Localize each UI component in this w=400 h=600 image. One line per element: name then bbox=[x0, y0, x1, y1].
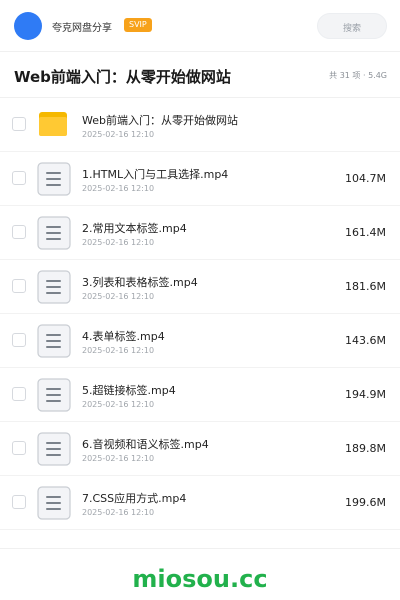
file-date: 2025-02-16 12:10 bbox=[82, 130, 155, 139]
file-size: 161.4M bbox=[345, 226, 386, 239]
file-icon bbox=[37, 216, 71, 250]
search-placeholder: 搜索 bbox=[342, 24, 361, 34]
share-owner-name: 夸克网盘分享 bbox=[52, 23, 112, 34]
file-name[interactable]: 5.超链接标签.mp4 bbox=[82, 382, 176, 398]
file-date: 2025-02-16 12:10 bbox=[82, 454, 155, 463]
file-row[interactable]: 5.超链接标签.mp4 2025-02-16 12:10 194.9M bbox=[0, 368, 400, 422]
file-date: 2025-02-16 12:10 bbox=[82, 184, 155, 193]
folder-summary: 共 31 项 · 5.4G bbox=[329, 71, 387, 80]
file-date: 2025-02-16 12:10 bbox=[82, 508, 155, 517]
file-name[interactable]: 1.HTML入门与工具选择.mp4 bbox=[82, 166, 228, 182]
row-checkbox[interactable] bbox=[12, 225, 26, 239]
file-row[interactable]: 7.CSS应用方式.mp4 2025-02-16 12:10 199.6M bbox=[0, 476, 400, 530]
file-icon bbox=[37, 378, 71, 412]
file-name[interactable]: 4.表单标签.mp4 bbox=[82, 328, 165, 344]
row-checkbox[interactable] bbox=[12, 387, 26, 401]
file-name[interactable]: Web前端入门：从零开始做网站 bbox=[82, 112, 238, 128]
file-date: 2025-02-16 12:10 bbox=[82, 346, 155, 355]
folder-header: Web前端入门：从零开始做网站 共 31 项 · 5.4G bbox=[0, 52, 400, 98]
file-icon bbox=[37, 270, 71, 304]
file-date: 2025-02-16 12:10 bbox=[82, 292, 155, 301]
file-size: 181.6M bbox=[345, 280, 386, 293]
file-icon bbox=[37, 432, 71, 466]
file-icon bbox=[37, 162, 71, 196]
file-icon bbox=[37, 486, 71, 520]
row-checkbox[interactable] bbox=[12, 441, 26, 455]
file-name[interactable]: 6.音视频和语义标签.mp4 bbox=[82, 436, 209, 452]
file-size: 199.6M bbox=[345, 496, 386, 509]
file-row[interactable]: 2.常用文本标签.mp4 2025-02-16 12:10 161.4M bbox=[0, 206, 400, 260]
svip-badge: SVIP bbox=[124, 18, 152, 32]
row-checkbox[interactable] bbox=[12, 333, 26, 347]
file-size: 194.9M bbox=[345, 388, 386, 401]
file-row[interactable]: 4.表单标签.mp4 2025-02-16 12:10 143.6M bbox=[0, 314, 400, 368]
file-row[interactable]: 6.音视频和语义标签.mp4 2025-02-16 12:10 189.8M bbox=[0, 422, 400, 476]
file-icon bbox=[37, 324, 71, 358]
top-bar: 夸克网盘分享 SVIP 搜索 bbox=[0, 0, 400, 52]
file-size: 143.6M bbox=[345, 334, 386, 347]
folder-row[interactable]: Web前端入门：从零开始做网站 2025-02-16 12:10 bbox=[0, 98, 400, 152]
file-row[interactable]: 1.HTML入门与工具选择.mp4 2025-02-16 12:10 104.7M bbox=[0, 152, 400, 206]
file-date: 2025-02-16 12:10 bbox=[82, 238, 155, 247]
row-checkbox[interactable] bbox=[12, 171, 26, 185]
search-input[interactable]: 搜索 bbox=[317, 13, 387, 39]
file-name[interactable]: 3.列表和表格标签.mp4 bbox=[82, 274, 198, 290]
file-size: 189.8M bbox=[345, 442, 386, 455]
row-checkbox[interactable] bbox=[12, 279, 26, 293]
avatar[interactable] bbox=[14, 12, 42, 40]
brand-watermark: miosou.cc bbox=[132, 565, 268, 593]
row-checkbox[interactable] bbox=[12, 117, 26, 131]
row-checkbox[interactable] bbox=[12, 495, 26, 509]
file-size: 104.7M bbox=[345, 172, 386, 185]
folder-icon bbox=[37, 108, 71, 142]
file-date: 2025-02-16 12:10 bbox=[82, 400, 155, 409]
footer: miosou.cc bbox=[0, 548, 400, 600]
file-name[interactable]: 2.常用文本标签.mp4 bbox=[82, 220, 187, 236]
file-name[interactable]: 7.CSS应用方式.mp4 bbox=[82, 490, 186, 506]
page-title: Web前端入门：从零开始做网站 bbox=[14, 68, 231, 86]
file-row[interactable]: 3.列表和表格标签.mp4 2025-02-16 12:10 181.6M bbox=[0, 260, 400, 314]
